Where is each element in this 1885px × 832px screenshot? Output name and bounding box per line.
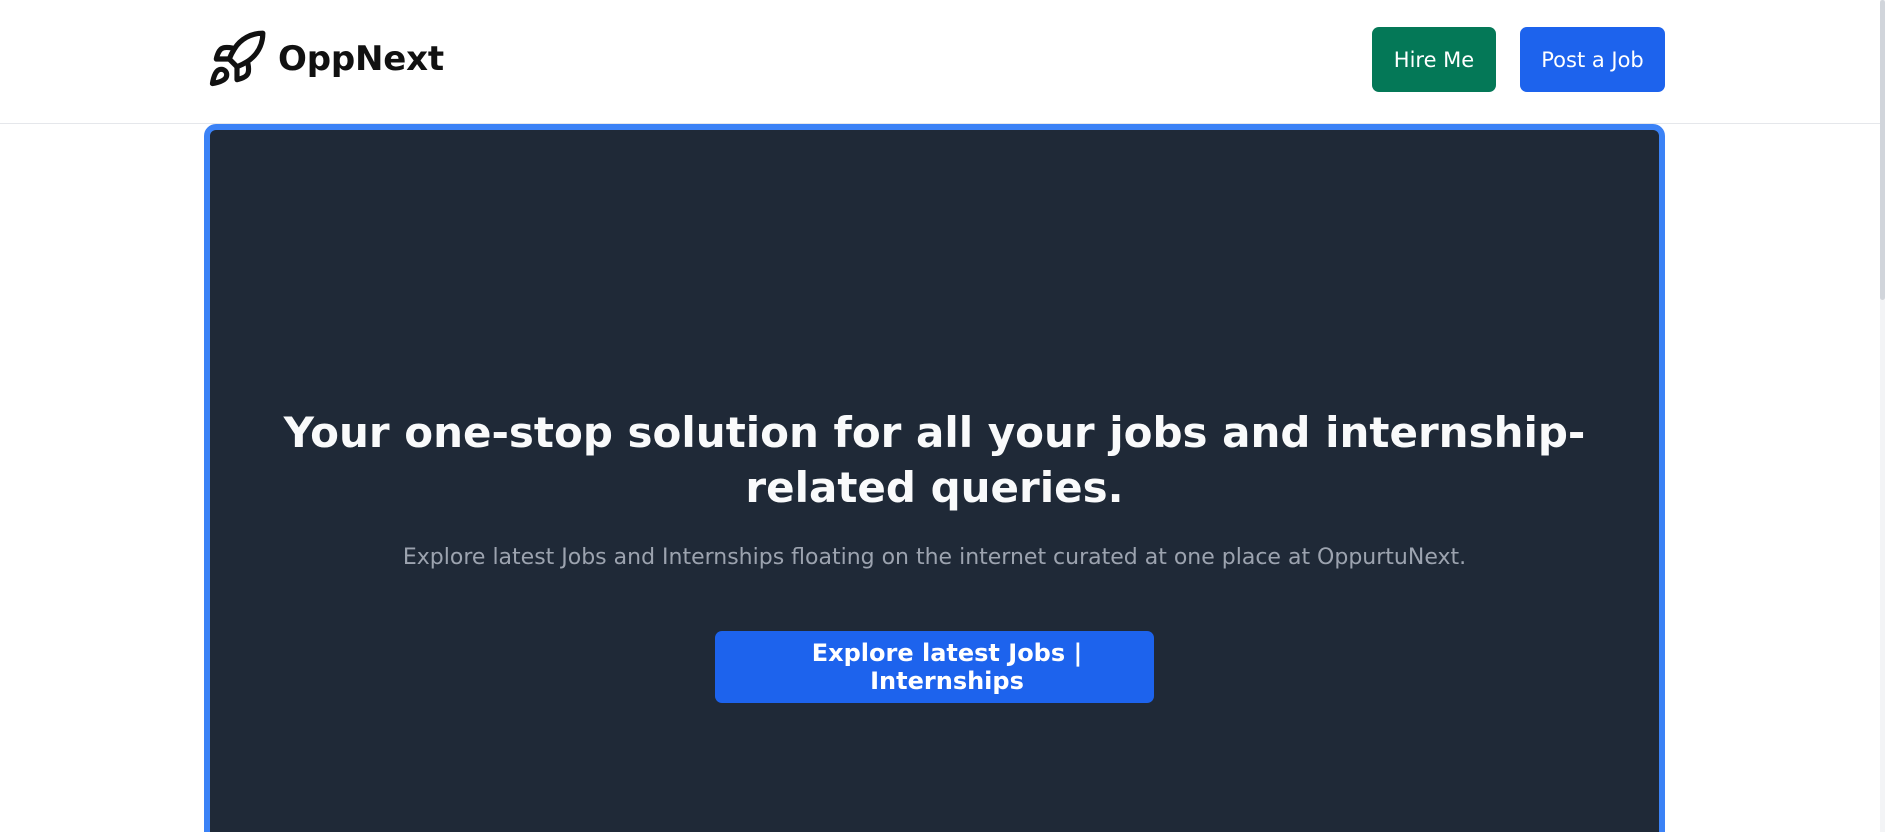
- rocket-icon: [209, 30, 266, 87]
- hire-me-button[interactable]: Hire Me: [1372, 27, 1496, 92]
- explore-jobs-button[interactable]: Explore latest Jobs | Internships: [715, 631, 1154, 703]
- hero-section: Your one-stop solution for all your jobs…: [204, 124, 1665, 832]
- site-header: OppNext Hire Me Post a Job: [0, 0, 1885, 124]
- page: OppNext Hire Me Post a Job Your one-stop…: [0, 0, 1885, 832]
- scrollbar-thumb[interactable]: [1880, 0, 1885, 300]
- brand-link[interactable]: OppNext: [206, 28, 444, 90]
- hero-title: Your one-stop solution for all your jobs…: [283, 408, 1586, 512]
- post-a-job-button[interactable]: Post a Job: [1520, 27, 1665, 92]
- page-scrollbar[interactable]: [1880, 0, 1885, 832]
- brand-name: OppNext: [278, 39, 444, 79]
- hero-subtitle: Explore latest Jobs and Internships floa…: [402, 545, 1467, 570]
